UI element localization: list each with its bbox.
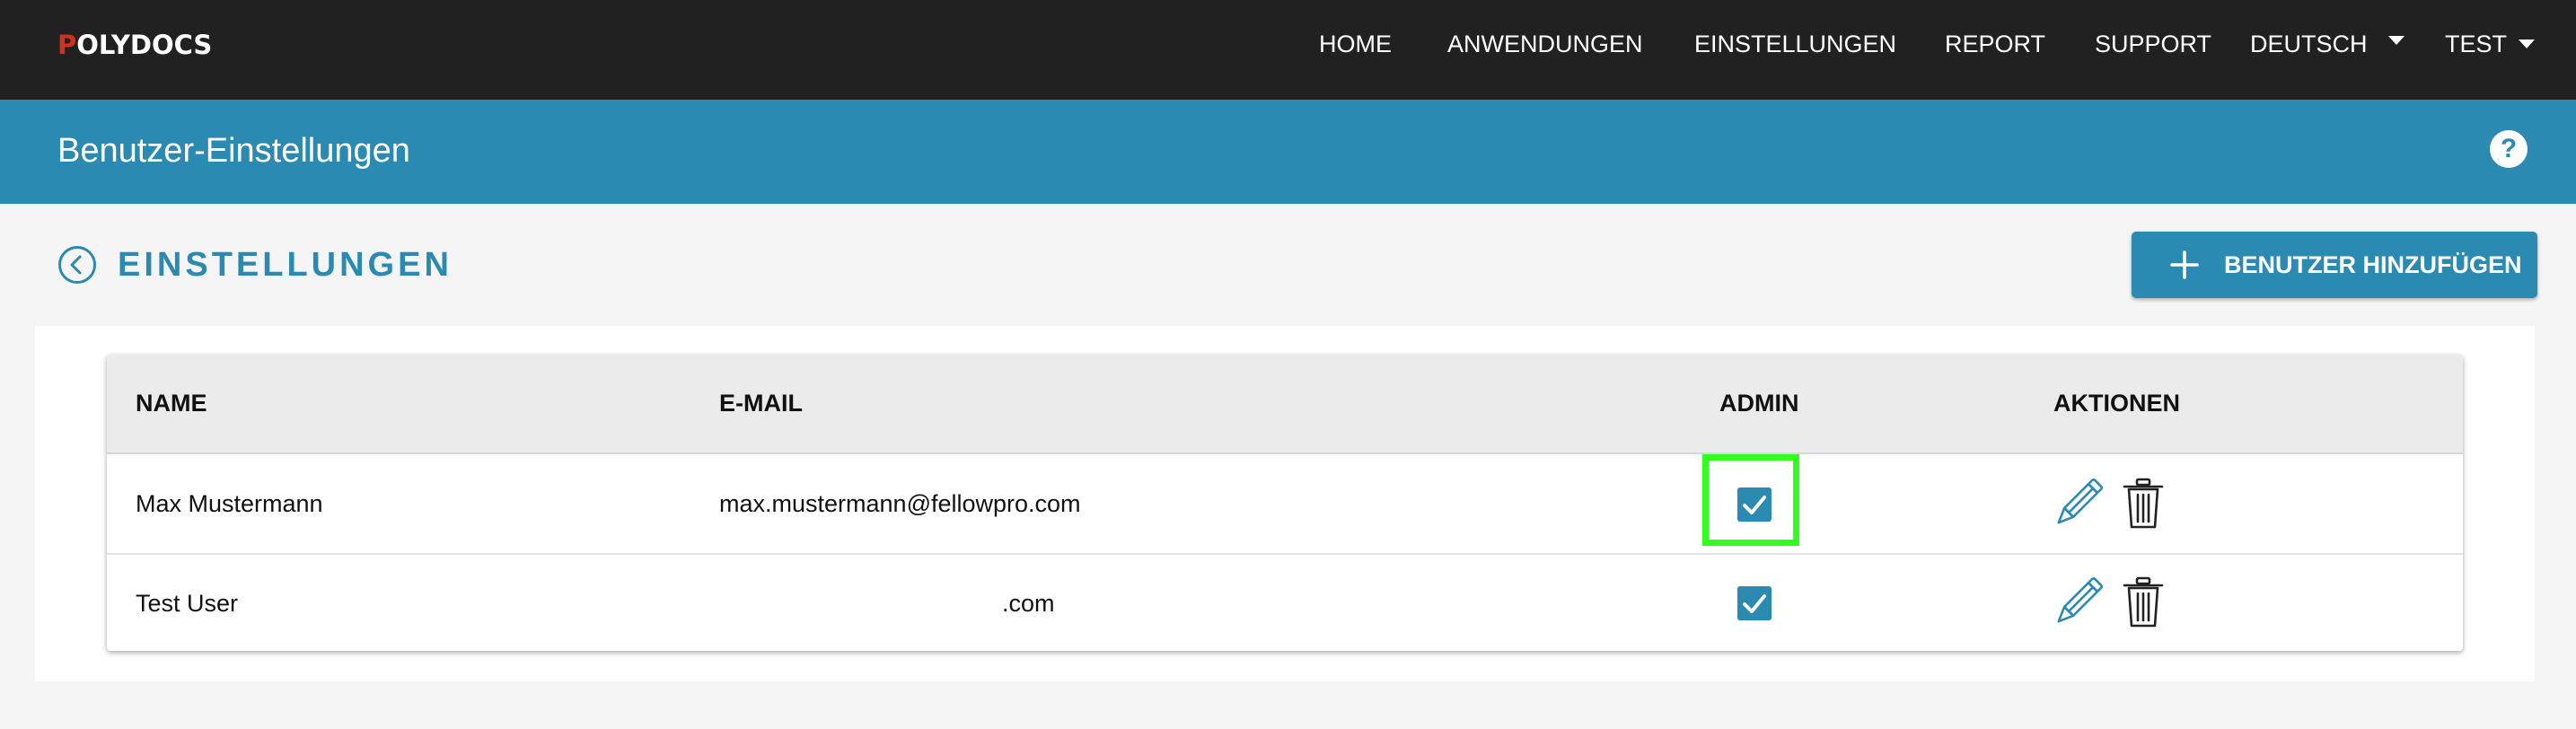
language-caret-down-icon[interactable] <box>2388 36 2405 45</box>
admin-checkbox-icon[interactable] <box>1737 487 1772 522</box>
nav-item-home[interactable]: HOME <box>1319 28 1392 60</box>
admin-checkbox-icon[interactable] <box>1737 586 1772 620</box>
delete-trash-icon[interactable] <box>2116 575 2170 629</box>
polydocs-logo[interactable]: P OLYDOCS <box>57 27 212 63</box>
column-header-actions: AKTIONEN <box>2053 390 2180 417</box>
user-name-cell: Max Mustermann <box>136 490 323 517</box>
section-title: EINSTELLUNGEN <box>118 246 453 284</box>
edit-pencil-icon[interactable] <box>2051 575 2105 629</box>
nav-item-einstellungen[interactable]: EINSTELLUNGEN <box>1694 28 1896 60</box>
help-icon[interactable]: ? <box>2490 130 2528 168</box>
table-header: NAME E-MAIL ADMIN AKTIONEN <box>107 355 2463 454</box>
user-email-cell: max.mustermann@fellowpro.com <box>719 490 1081 517</box>
users-table: NAME E-MAIL ADMIN AKTIONEN Max Musterman… <box>107 355 2463 651</box>
language-dropdown[interactable]: DEUTSCH <box>2250 28 2368 60</box>
column-header-name: NAME <box>136 390 207 417</box>
user-email-cell: .com <box>1002 590 1055 617</box>
column-header-admin: ADMIN <box>1719 390 1799 417</box>
nav-item-anwendungen[interactable]: ANWENDUNGEN <box>1447 28 1643 60</box>
page-title: Benutzer-Einstellungen <box>57 132 410 170</box>
back-chevron-left-circle-icon[interactable] <box>57 245 97 285</box>
table-row: Max Mustermann max.mustermann@fellowpro.… <box>107 454 2463 555</box>
table-row: Test User .com <box>107 554 2463 651</box>
logo-mark: P <box>57 30 77 60</box>
add-user-button-label: BENUTZER HINZUFÜGEN <box>2224 251 2522 278</box>
page-title-bar: Benutzer-Einstellungen ? <box>0 100 2576 204</box>
logo-text: OLYDOCS <box>76 30 213 60</box>
user-menu[interactable]: TEST <box>2445 28 2507 60</box>
user-name-cell: Test User <box>136 590 239 617</box>
column-header-email: E-MAIL <box>719 390 803 417</box>
plus-icon <box>2170 250 2199 279</box>
user-caret-down-icon[interactable] <box>2519 40 2535 48</box>
nav-item-support[interactable]: SUPPORT <box>2095 28 2211 60</box>
delete-trash-icon[interactable] <box>2116 477 2170 531</box>
nav-item-report[interactable]: REPORT <box>1945 28 2045 60</box>
top-navigation-bar: P OLYDOCS HOME ANWENDUNGEN EINSTELLUNGEN … <box>0 0 2576 100</box>
add-user-button[interactable]: BENUTZER HINZUFÜGEN <box>2132 232 2537 298</box>
edit-pencil-icon[interactable] <box>2051 477 2105 531</box>
